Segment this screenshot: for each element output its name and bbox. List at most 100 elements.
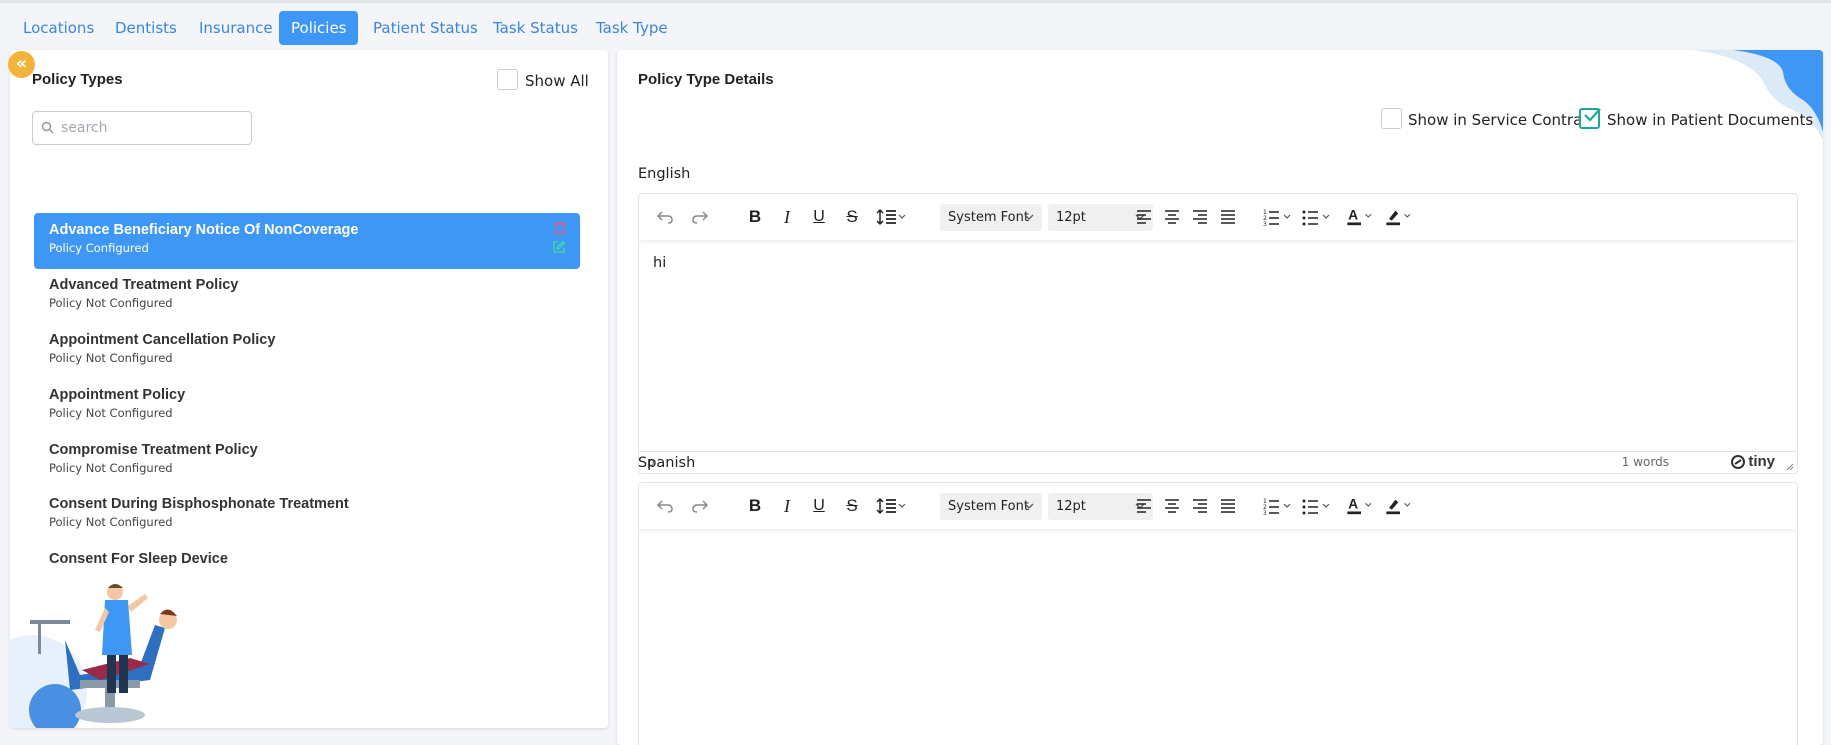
search-field[interactable] <box>32 111 252 145</box>
tab-locations[interactable]: Locations <box>11 11 106 45</box>
policy-status: Policy Not Configured <box>49 515 173 529</box>
policy-types-panel: Policy Types Show All Advance Beneficiar… <box>10 50 608 728</box>
bold-button[interactable]: B <box>746 207 764 227</box>
tiny-brand-label: tiny <box>1748 453 1775 470</box>
editor-toolbar: B I U S System Font 12pt 123 A <box>639 483 1797 529</box>
editor-toolbar: B I U S System Font 12pt 123 A <box>639 194 1797 240</box>
chevron-down-icon <box>1024 214 1034 220</box>
policy-name: Consent During Bisphosphonate Treatment <box>49 496 349 512</box>
bullet-list-icon[interactable] <box>1302 207 1334 227</box>
tiny-logo[interactable]: tiny <box>1731 453 1775 470</box>
policy-item[interactable]: Appointment Policy Policy Not Configured <box>34 378 580 434</box>
strikethrough-button[interactable]: S <box>844 496 860 516</box>
align-left-icon[interactable] <box>1135 496 1153 516</box>
tab-task-status[interactable]: Task Status <box>481 11 590 45</box>
search-input[interactable] <box>61 117 246 139</box>
align-left-icon[interactable] <box>1135 207 1153 227</box>
line-height-icon[interactable] <box>876 496 908 516</box>
english-editor-content[interactable]: hi <box>639 240 1797 286</box>
align-justify-icon[interactable] <box>1219 496 1237 516</box>
svg-text:3: 3 <box>1263 510 1267 516</box>
policy-list: Advance Beneficiary Notice Of NonCoverag… <box>10 162 608 632</box>
spanish-label: Spanish <box>638 455 696 471</box>
font-size-value: 12pt <box>1056 499 1086 514</box>
align-right-icon[interactable] <box>1191 496 1209 516</box>
tiny-logo-icon <box>1731 454 1746 469</box>
show-in-patient-documents-label: Show in Patient Documents <box>1607 111 1814 129</box>
english-editor: B I U S System Font 12pt 123 A hi p 1 wo… <box>638 193 1798 474</box>
policy-status: Policy Configured <box>49 241 149 255</box>
show-in-patient-documents-checkbox[interactable] <box>1579 108 1601 129</box>
redo-icon[interactable] <box>690 496 710 516</box>
tab-bar: Locations Dentists Insurance Policies Pa… <box>0 0 1831 48</box>
policy-item[interactable]: Advance Beneficiary Notice Of NonCoverag… <box>34 213 580 269</box>
resize-handle-icon[interactable] <box>1786 463 1794 471</box>
numbered-list-icon[interactable]: 123 <box>1263 207 1295 227</box>
policy-item[interactable]: Consent During Bisphosphonate Treatment … <box>34 487 580 543</box>
italic-button[interactable]: I <box>780 207 794 227</box>
font-family-value: System Font <box>948 210 1029 225</box>
font-family-select[interactable]: System Font <box>940 493 1042 520</box>
spanish-editor: B I U S System Font 12pt 123 A <box>638 482 1798 745</box>
show-all-label: Show All <box>525 72 589 90</box>
undo-icon[interactable] <box>655 496 675 516</box>
policy-name: Appointment Policy <box>49 387 186 403</box>
text-color-icon[interactable]: A <box>1345 207 1377 227</box>
font-size-value: 12pt <box>1056 210 1086 225</box>
policy-types-title: Policy Types <box>32 71 123 88</box>
policy-name: Advance Beneficiary Notice Of NonCoverag… <box>49 222 359 238</box>
policy-name: Advanced Treatment Policy <box>49 277 239 293</box>
policy-item[interactable]: Compromise Treatment Policy Policy Not C… <box>34 433 580 489</box>
policy-status: Policy Not Configured <box>49 406 173 420</box>
svg-text:3: 3 <box>1263 221 1267 227</box>
english-label: English <box>638 166 691 182</box>
dentist-illustration <box>10 584 177 728</box>
collapse-panel-button[interactable]: « <box>8 51 35 78</box>
policy-type-details-title: Policy Type Details <box>638 71 774 88</box>
svg-text:A: A <box>1348 497 1358 512</box>
show-all-checkbox[interactable] <box>497 69 518 90</box>
policy-status: Policy Not Configured <box>49 296 173 310</box>
underline-button[interactable]: U <box>811 496 827 516</box>
policy-name: Compromise Treatment Policy <box>49 442 258 458</box>
line-height-icon[interactable] <box>876 207 908 227</box>
redo-icon[interactable] <box>690 207 710 227</box>
policy-type-details-panel: Policy Type Details Show in Service Cont… <box>617 50 1823 745</box>
tab-dentists[interactable]: Dentists <box>103 11 189 45</box>
spanish-editor-content[interactable] <box>639 529 1797 559</box>
chevron-down-icon <box>1024 503 1034 509</box>
tab-patient-status[interactable]: Patient Status <box>361 11 490 45</box>
policy-name: Appointment Cancellation Policy <box>49 332 276 348</box>
policy-item[interactable]: Appointment Cancellation Policy Policy N… <box>34 323 580 379</box>
show-in-service-contract-label: Show in Service Contract <box>1408 111 1597 129</box>
edit-icon[interactable] <box>552 240 566 254</box>
word-count[interactable]: 1 words <box>1622 455 1669 469</box>
numbered-list-icon[interactable]: 123 <box>1263 496 1295 516</box>
align-center-icon[interactable] <box>1163 496 1181 516</box>
align-center-icon[interactable] <box>1163 207 1181 227</box>
align-right-icon[interactable] <box>1191 207 1209 227</box>
tab-policies[interactable]: Policies <box>279 11 359 45</box>
search-icon <box>41 121 54 134</box>
tab-task-type[interactable]: Task Type <box>584 11 680 45</box>
bullet-list-icon[interactable] <box>1302 496 1334 516</box>
bold-button[interactable]: B <box>746 496 764 516</box>
font-family-value: System Font <box>948 499 1029 514</box>
checkmark-icon <box>1584 108 1601 122</box>
policy-name: Consent For Sleep Device <box>49 551 228 567</box>
text-color-icon[interactable]: A <box>1345 496 1377 516</box>
delete-icon[interactable] <box>554 221 566 235</box>
show-in-service-contract-checkbox[interactable] <box>1381 108 1402 129</box>
strikethrough-button[interactable]: S <box>844 207 860 227</box>
align-justify-icon[interactable] <box>1219 207 1237 227</box>
highlight-color-icon[interactable] <box>1384 496 1416 516</box>
policy-status: Policy Not Configured <box>49 351 173 365</box>
font-family-select[interactable]: System Font <box>940 204 1042 231</box>
undo-icon[interactable] <box>655 207 675 227</box>
policy-item[interactable]: Advanced Treatment Policy Policy Not Con… <box>34 268 580 324</box>
highlight-color-icon[interactable] <box>1384 207 1416 227</box>
tab-insurance[interactable]: Insurance <box>187 11 285 45</box>
svg-text:A: A <box>1348 208 1358 223</box>
underline-button[interactable]: U <box>811 207 827 227</box>
italic-button[interactable]: I <box>780 496 794 516</box>
